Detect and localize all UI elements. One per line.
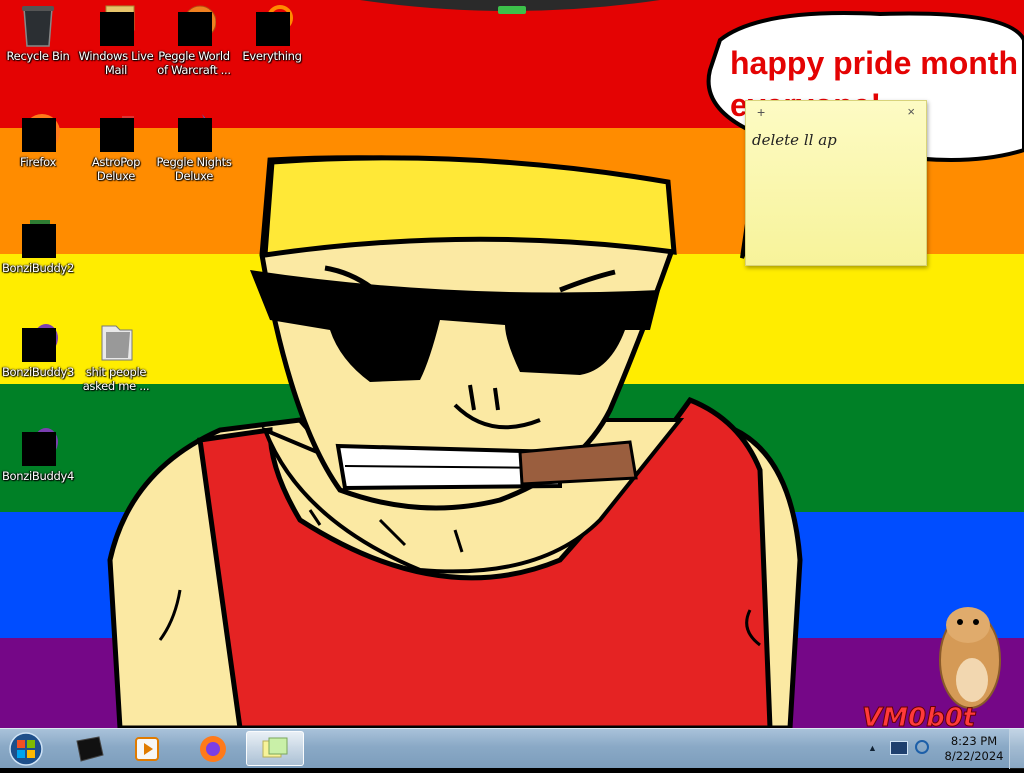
taskbar-sticky-notes-button[interactable]: [246, 731, 304, 766]
desktop-icon-label: BonziBuddy2: [1, 261, 75, 275]
desktop-icon-bonzibuddy4[interactable]: BonziBuddy4: [0, 424, 76, 483]
firefox-icon: [14, 110, 62, 154]
peggle-wow-icon: [170, 4, 218, 48]
watermark-text: VM0b0t: [862, 703, 977, 728]
media-player-icon: [135, 736, 159, 761]
desktop-icon-peggle-nights[interactable]: Peggle Nights Deluxe: [156, 110, 232, 183]
terminal-icon: [76, 735, 104, 762]
desktop-icon-folder[interactable]: shit people asked me ...: [78, 320, 154, 393]
recycle-bin-icon: [14, 4, 62, 48]
desktop-icon-label: BonziBuddy4: [1, 469, 75, 483]
add-note-button[interactable]: +: [757, 104, 765, 120]
desktop-icon-label: BonziBuddy3: [1, 365, 75, 379]
tray-show-hidden-icon[interactable]: ▲: [868, 743, 877, 753]
desktop-icon-label: Recycle Bin: [6, 49, 70, 63]
taskbar-media-player-button[interactable]: [120, 731, 174, 766]
desktop-icon-label: Peggle World of Warcraft ...: [157, 49, 231, 77]
show-desktop-button[interactable]: [1009, 729, 1024, 769]
windows-orb-icon: [9, 732, 43, 766]
desktop-icon-label: Everything: [242, 49, 302, 63]
windows-live-mail-icon: [92, 4, 140, 48]
taskbar-firefox-button[interactable]: [186, 731, 240, 766]
desktop-icon-label: shit people asked me ...: [82, 365, 150, 393]
everything-search-icon: [248, 4, 296, 48]
clock-date: 8/22/2024: [944, 749, 1004, 763]
desktop-icon-label: AstroPop Deluxe: [91, 155, 141, 183]
taskbar-terminal-button[interactable]: [62, 731, 116, 766]
peggle-nights-icon: [170, 110, 218, 154]
firefox-icon: [200, 735, 226, 762]
desktop-icon-label: Firefox: [20, 155, 56, 169]
sticky-note-titlebar[interactable]: + ×: [746, 101, 926, 125]
desktop-icon-firefox[interactable]: Firefox: [0, 110, 76, 169]
sticky-note[interactable]: + × delete ll ap: [745, 100, 927, 266]
desktop-icon-peggle-wow[interactable]: Peggle World of Warcraft ...: [156, 4, 232, 77]
desktop-icon-everything[interactable]: Everything: [234, 4, 310, 63]
sticky-notes-icon: [262, 737, 288, 757]
speech-bubble-text: happy pride month: [730, 45, 1018, 81]
desktop-icon-windows-live-mail[interactable]: Windows Live Mail: [78, 4, 154, 77]
bonzibuddy-icon: [14, 216, 62, 260]
desktop-icon-bonzibuddy2[interactable]: BonziBuddy2: [0, 216, 76, 275]
close-note-button[interactable]: ×: [907, 104, 915, 119]
desktop-icon-label: Windows Live Mail: [78, 49, 154, 77]
astropop-icon: [92, 110, 140, 154]
sticky-note-text[interactable]: delete ll ap: [746, 125, 926, 155]
taskbar: ▲ 8:23 PM 8/22/2024: [0, 728, 1024, 769]
desktop-icon-recycle-bin[interactable]: Recycle Bin: [0, 4, 76, 63]
desktop-icon-astropop[interactable]: AstroPop Deluxe: [78, 110, 154, 183]
desktop-icon-label: Peggle Nights Deluxe: [156, 155, 232, 183]
bonzibuddy-icon: [14, 424, 62, 468]
tray-volume-icon[interactable]: [915, 740, 929, 754]
clock-time: 8:23 PM: [950, 734, 998, 748]
tray-network-icon[interactable]: [890, 741, 908, 755]
tray-clock[interactable]: 8:23 PM 8/22/2024: [942, 734, 1006, 764]
bonzibuddy-icon: [14, 320, 62, 364]
folder-icon: [92, 320, 140, 364]
start-button[interactable]: [6, 730, 46, 768]
desktop-icon-bonzibuddy3[interactable]: BonziBuddy3: [0, 320, 76, 379]
